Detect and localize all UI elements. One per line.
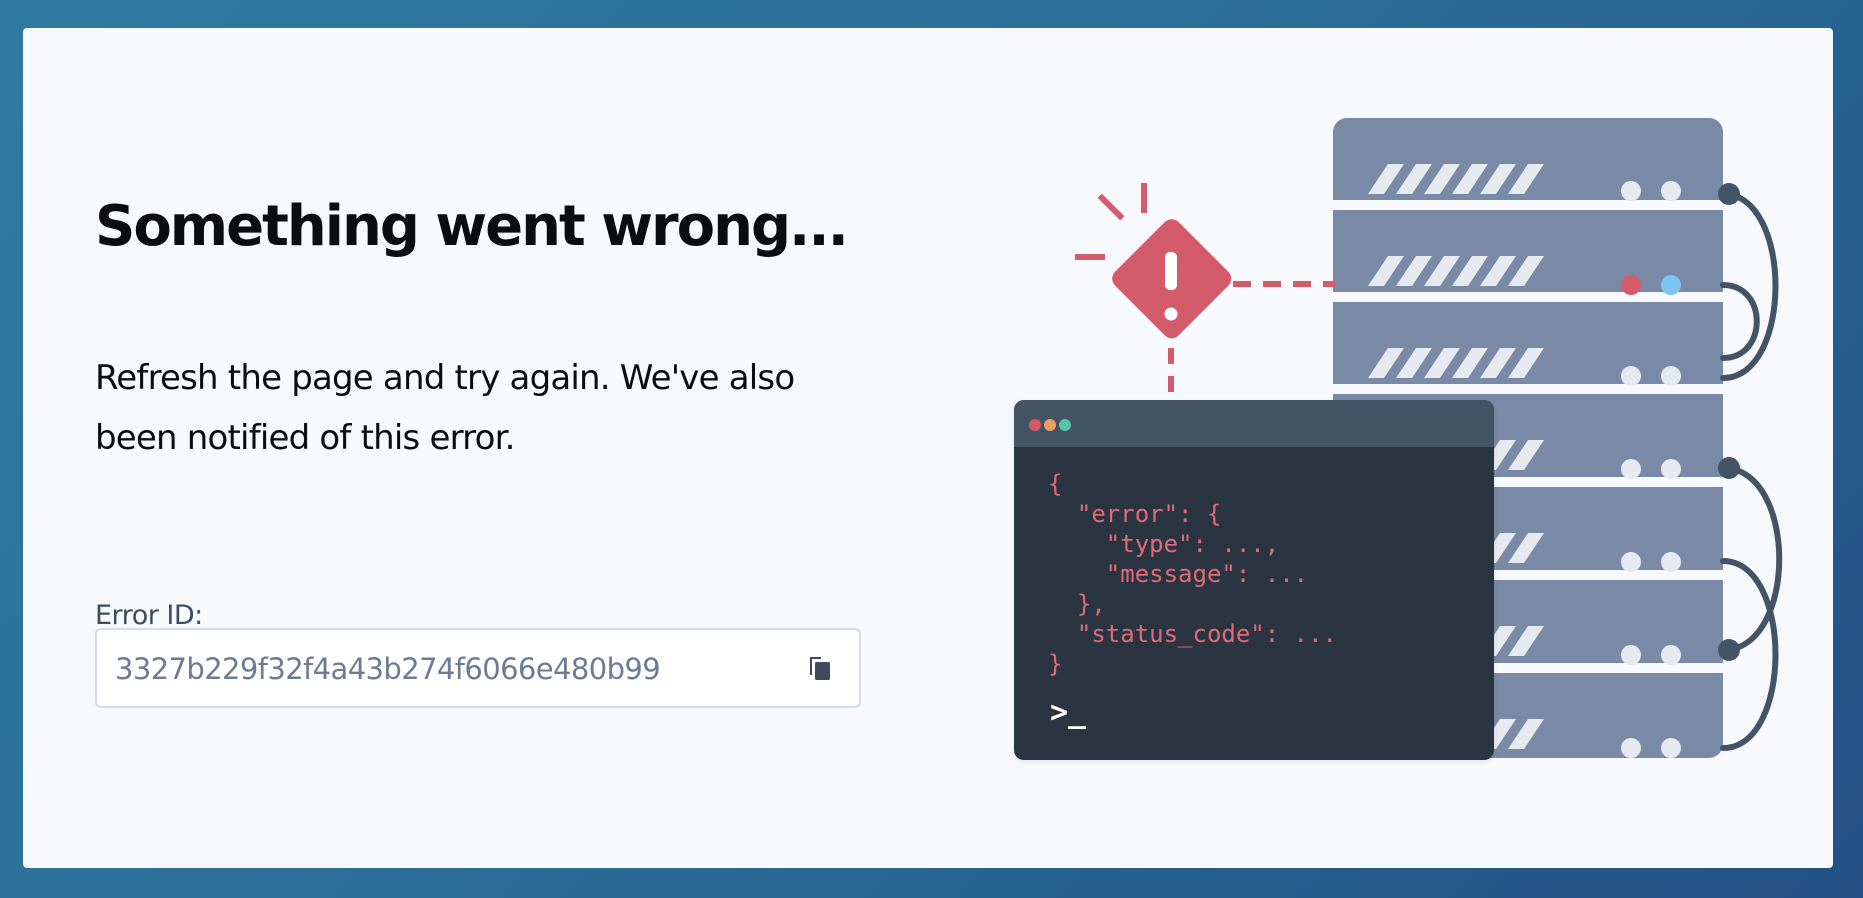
error-id-label: Error ID:: [95, 600, 203, 631]
window-close-dot: [1029, 419, 1041, 431]
error-card: Something went wrong... Refresh the page…: [23, 28, 1833, 868]
error-message: Refresh the page and try again. We've al…: [95, 358, 795, 458]
terminal-prompt: >_: [1050, 695, 1087, 730]
warning-icon: [1075, 183, 1335, 400]
terminal-code: { "error": { "type": ..., "message": ...…: [1048, 470, 1337, 678]
terminal-titlebar: [1014, 400, 1494, 447]
error-id-field[interactable]: 3327b229f32f4a43b274f6066e480b99: [95, 628, 861, 708]
copy-button[interactable]: [801, 648, 841, 688]
window-minimize-dot: [1044, 419, 1056, 431]
error-id-value[interactable]: 3327b229f32f4a43b274f6066e480b99: [115, 652, 661, 686]
window-maximize-dot: [1059, 419, 1071, 431]
page-title: Something went wrong...: [95, 194, 849, 259]
copy-icon: [810, 657, 830, 680]
terminal-window: { "error": { "type": ..., "message": ...…: [1014, 400, 1494, 760]
